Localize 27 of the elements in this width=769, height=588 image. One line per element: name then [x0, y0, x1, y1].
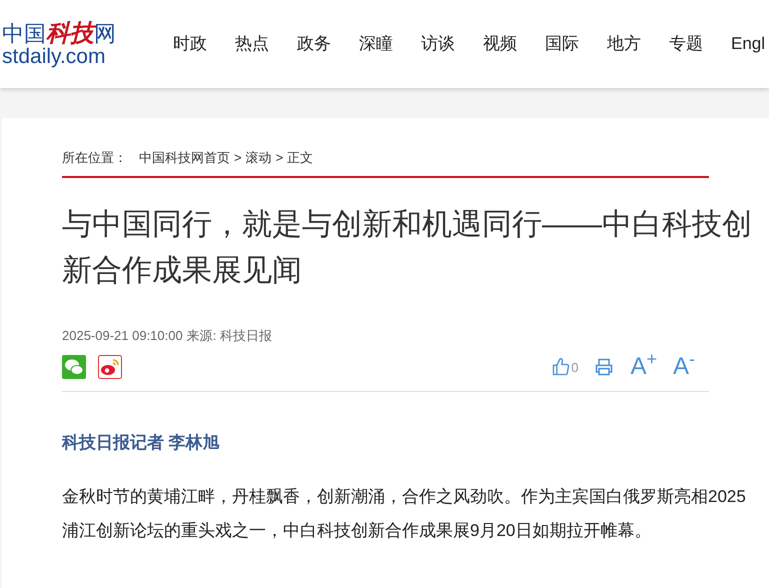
article-source: 来源: 科技日报 — [186, 326, 272, 344]
nav-link[interactable]: 政务 — [297, 31, 331, 57]
like-count: 0 — [571, 358, 578, 376]
nav-link[interactable]: 深瞳 — [359, 31, 393, 57]
article-title: 与中国同行，就是与创新和机遇同行——中白科技创新合作成果展见闻 — [62, 206, 752, 288]
weibo-share-icon[interactable] — [98, 355, 122, 379]
nav-link[interactable]: 热点 — [235, 31, 269, 57]
nav-link[interactable]: 视频 — [483, 31, 517, 57]
breadcrumb-link[interactable]: 滚动 — [246, 148, 272, 168]
nav-link[interactable]: 访谈 — [421, 31, 455, 57]
wechat-share-icon[interactable] — [62, 355, 86, 379]
breadcrumb-separator: > — [276, 149, 284, 167]
breadcrumb-link[interactable]: 正文 — [287, 148, 314, 168]
nav-link[interactable]: 专题 — [669, 31, 703, 57]
nav-link[interactable]: Engl — [731, 31, 765, 57]
breadcrumb-link[interactable]: 中国科技网首页 — [139, 148, 230, 168]
print-icon[interactable] — [594, 357, 614, 377]
article-paragraph: 金秋时节的黄埔江畔，丹桂飘香，创新潮涌，合作之风劲吹。作为主宾国白俄罗斯亮相2025浦江创新论坛的重头戏之一，中白科技创新合作成果展9月20日如期拉开帷幕。 — [62, 486, 747, 542]
nav-link[interactable]: 国际 — [545, 31, 579, 57]
article-author: 科技日报记者 李林旭 — [62, 432, 221, 454]
breadcrumb-label: 所在位置： — [62, 149, 127, 167]
publish-date: 2025-09-21 09:10:00 — [62, 326, 183, 344]
nav-link[interactable]: 时政 — [173, 31, 207, 57]
nav-link[interactable]: 地方 — [607, 31, 641, 57]
site-logo[interactable]: 中国科技网 stdaily.com — [2, 21, 122, 67]
thumbs-up-icon[interactable] — [551, 357, 572, 377]
breadcrumb-separator: > — [234, 149, 242, 167]
